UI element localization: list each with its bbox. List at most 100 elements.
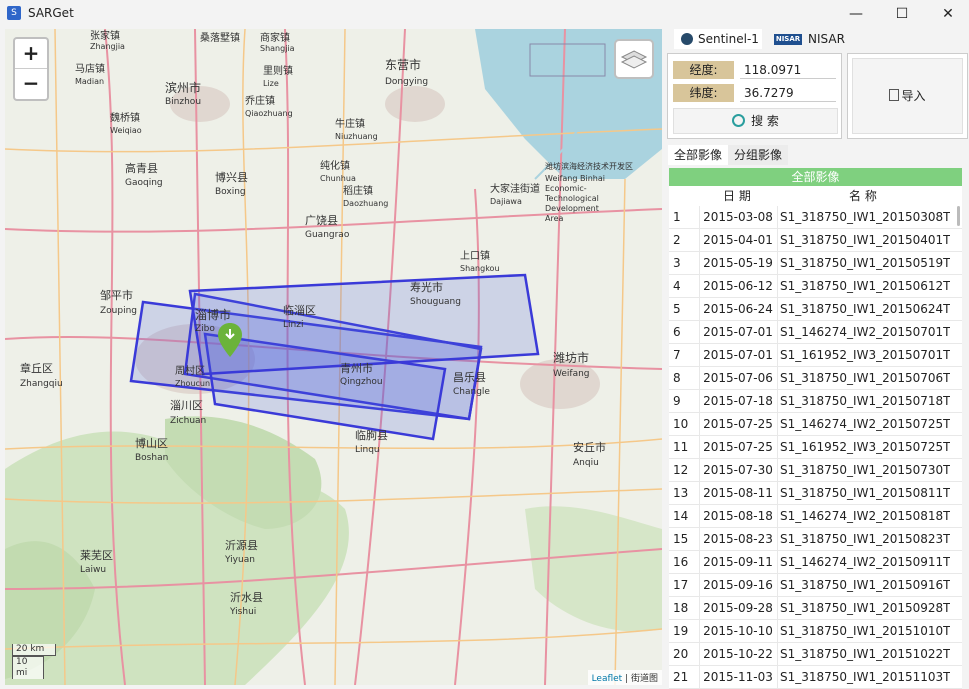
table-row[interactable]: 19 2015-10-10S1_318750_IW1_20151010T221 [669, 620, 962, 643]
table-row[interactable]: 8 2015-07-06S1_318750_IW1_20150706T221 [669, 367, 962, 390]
search-icon [732, 114, 746, 127]
table-row[interactable]: 14 2015-08-18S1_146274_IW2_20150818T100 [669, 505, 962, 528]
footprint-4 [188, 273, 540, 376]
row-date: 2015-09-11 [699, 551, 776, 573]
map-tiles: 张家镇Zhangjia 桑落墅镇 商家镇Shangjia 滨州市Binzhou … [5, 29, 662, 685]
svg-text:寿光市: 寿光市 [410, 280, 443, 294]
svg-text:乔庄镇: 乔庄镇 [245, 94, 275, 107]
tab-sentinel-1[interactable]: Sentinel-1 [674, 29, 762, 49]
table-row[interactable]: 13 2015-08-11S1_318750_IW1_20150811T221 [669, 482, 962, 505]
svg-text:Changle: Changle [453, 387, 490, 397]
table-row[interactable]: 16 2015-09-11S1_146274_IW2_20150911T100 [669, 551, 962, 574]
svg-text:Weifang Binhai: Weifang Binhai [545, 174, 605, 183]
row-date: 2015-07-01 [699, 321, 776, 343]
col-date-header[interactable]: 日 期 [723, 186, 751, 206]
svg-text:沂水县: 沂水县 [230, 591, 263, 604]
svg-text:Yishui: Yishui [229, 607, 256, 617]
image-tabs: 全部影像 分组影像 [668, 145, 964, 165]
row-index: 8 [673, 371, 681, 385]
svg-text:Linzi: Linzi [283, 320, 303, 330]
maximize-button[interactable]: ☐ [879, 0, 925, 28]
svg-text:马店镇: 马店镇 [75, 62, 105, 75]
layers-button[interactable] [614, 39, 654, 79]
table-row[interactable]: 3 2015-05-19S1_318750_IW1_20150519T221 [669, 252, 962, 275]
latitude-input[interactable]: 36.7279 [740, 84, 836, 102]
row-date: 2015-10-22 [699, 643, 776, 665]
svg-text:Qingzhou: Qingzhou [340, 377, 383, 387]
row-index: 5 [673, 302, 681, 316]
svg-text:Shangjia: Shangjia [260, 44, 295, 53]
tab-nisar[interactable]: NISAR NISAR [766, 29, 856, 49]
table-row[interactable]: 11 2015-07-25S1_161952_IW3_20150725T220 [669, 436, 962, 459]
import-box: 导入 [847, 53, 968, 139]
svg-text:商家镇: 商家镇 [260, 31, 290, 44]
svg-text:大家洼街道: 大家洼街道 [490, 182, 540, 195]
close-button[interactable]: ✕ [925, 0, 969, 28]
tab-grouped-images[interactable]: 分组影像 [728, 145, 789, 165]
svg-text:Development: Development [545, 204, 599, 213]
table-row[interactable]: 21 2015-11-03S1_318750_IW1_20151103T221 [669, 666, 962, 689]
table-row[interactable]: 1 2015-03-08S1_318750_IW1_20150308T221 [669, 206, 962, 229]
row-index: 4 [673, 279, 681, 293]
side-panel: Sentinel-1 NISAR NISAR 经度: 118.0971 纬度: … [664, 29, 969, 689]
svg-text:淄川区: 淄川区 [170, 399, 203, 412]
table-row[interactable]: 10 2015-07-25S1_146274_IW2_20150725T100 [669, 413, 962, 436]
svg-text:Area: Area [545, 214, 564, 223]
table-row[interactable]: 20 2015-10-22S1_318750_IW1_20151022T221 [669, 643, 962, 666]
leaflet-link[interactable]: Leaflet [592, 674, 623, 684]
scale-bar: 20 km 10 mi [12, 644, 56, 679]
map-view[interactable]: 张家镇 Zhangjia 桑落墅镇 商家镇 Shangjia 滨州市 Binzhou … [5, 29, 662, 685]
row-date: 2015-10-10 [699, 620, 776, 642]
row-name: S1_318750_IW1_20151103T221 [777, 666, 950, 688]
svg-text:博山区: 博山区 [135, 437, 168, 450]
svg-text:Zhangjia: Zhangjia [90, 42, 125, 51]
tab-all-images[interactable]: 全部影像 [668, 145, 729, 165]
svg-text:Dajiawa: Dajiawa [490, 197, 522, 206]
svg-text:邹平市: 邹平市 [100, 288, 133, 302]
longitude-input[interactable]: 118.0971 [740, 61, 836, 79]
table-row[interactable]: 4 2015-06-12S1_318750_IW1_20150612T221 [669, 275, 962, 298]
row-date: 2015-08-23 [699, 528, 776, 550]
svg-text:Technological: Technological [544, 194, 599, 203]
location-marker[interactable] [218, 323, 242, 357]
row-name: S1_318750_IW1_20150730T221 [777, 459, 950, 481]
vertical-scrollbar[interactable] [957, 206, 960, 226]
table-row[interactable]: 7 2015-07-01S1_161952_IW3_20150701T220 [669, 344, 962, 367]
table-row[interactable]: 5 2015-06-24S1_318750_IW1_20150624T221 [669, 298, 962, 321]
row-name: S1_146274_IW2_20150911T100 [777, 551, 950, 573]
search-button[interactable]: 搜 索 [673, 108, 838, 134]
svg-text:Linqu: Linqu [355, 445, 380, 455]
svg-text:Weifang: Weifang [553, 369, 590, 379]
minimize-button[interactable]: — [833, 0, 879, 28]
svg-text:纯化镇: 纯化镇 [320, 159, 350, 172]
svg-text:莱芜区: 莱芜区 [80, 548, 113, 562]
svg-text:临淄区: 临淄区 [283, 303, 316, 317]
table-row[interactable]: 9 2015-07-18S1_318750_IW1_20150718T221 [669, 390, 962, 413]
table-row[interactable]: 17 2015-09-16S1_318750_IW1_20150916T221 [669, 574, 962, 597]
table-row[interactable]: 2 2015-04-01S1_318750_IW1_20150401T221 [669, 229, 962, 252]
svg-text:Madian: Madian [75, 77, 104, 86]
zoom-in-button[interactable]: + [15, 39, 47, 69]
table-row[interactable]: 12 2015-07-30S1_318750_IW1_20150730T221 [669, 459, 962, 482]
scale-mi: 10 mi [12, 656, 44, 679]
import-button[interactable]: 导入 [852, 58, 963, 134]
svg-text:淄博市: 淄博市 [195, 307, 231, 322]
tiles-link[interactable]: 街道图 [631, 674, 658, 684]
table-row[interactable]: 6 2015-07-01S1_146274_IW2_20150701T100 [669, 321, 962, 344]
svg-text:滨州市: 滨州市 [165, 80, 201, 95]
table-row[interactable]: 18 2015-09-28S1_318750_IW1_20150928T221 [669, 597, 962, 620]
row-name: S1_318750_IW1_20150308T221 [777, 206, 950, 228]
zoom-out-button[interactable]: − [15, 69, 47, 98]
row-name: S1_318750_IW1_20150928T221 [777, 597, 950, 619]
svg-text:广饶县: 广饶县 [305, 214, 338, 227]
zoom-control: + − [13, 37, 49, 101]
svg-text:Zichuan: Zichuan [170, 416, 206, 426]
svg-text:Laiwu: Laiwu [80, 565, 106, 575]
row-name: S1_318750_IW1_20150916T221 [777, 574, 950, 596]
col-name-header[interactable]: 名 称 [849, 186, 877, 206]
svg-text:高青县: 高青县 [125, 161, 158, 175]
svg-text:Zhoucun: Zhoucun [175, 379, 210, 388]
table-row[interactable]: 15 2015-08-23S1_318750_IW1_20150823T221 [669, 528, 962, 551]
svg-text:桑落墅镇: 桑落墅镇 [200, 31, 240, 44]
svg-text:昌乐县: 昌乐县 [453, 371, 486, 384]
